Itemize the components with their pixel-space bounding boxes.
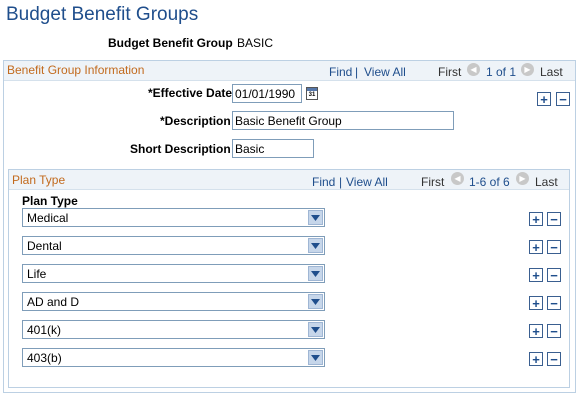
- plan-nav-separator: |: [339, 175, 343, 189]
- chevron-down-icon[interactable]: [308, 238, 323, 253]
- delete-row-icon[interactable]: −: [556, 92, 570, 106]
- plan-find-link[interactable]: Find: [312, 175, 335, 189]
- plan-view-all-link[interactable]: View All: [346, 175, 388, 189]
- plan-type-select[interactable]: 401(k): [22, 320, 325, 339]
- plan-type-title: Plan Type: [12, 173, 66, 187]
- plan-type-select-value: Medical: [27, 211, 69, 225]
- add-row-icon[interactable]: +: [529, 324, 543, 338]
- add-row-icon[interactable]: +: [529, 240, 543, 254]
- previous-arrow-icon[interactable]: ◀: [451, 172, 464, 185]
- delete-row-icon[interactable]: −: [547, 352, 561, 366]
- budget-benefit-group-value: BASIC: [237, 36, 274, 50]
- previous-arrow-icon[interactable]: ◀: [467, 63, 480, 76]
- short-description-label: Short Description: [130, 142, 231, 156]
- short-description-input[interactable]: [232, 139, 314, 158]
- add-row-icon[interactable]: +: [529, 268, 543, 282]
- plan-type-select-value: AD and D: [27, 295, 80, 309]
- delete-row-icon[interactable]: −: [547, 240, 561, 254]
- plan-type-select[interactable]: Life: [22, 264, 325, 283]
- delete-row-icon[interactable]: −: [547, 324, 561, 338]
- description-label: *Description: [160, 114, 231, 128]
- info-row-range: 1 of 1: [486, 65, 517, 79]
- plan-row-range: 1-6 of 6: [469, 175, 510, 189]
- chevron-down-icon[interactable]: [308, 350, 323, 365]
- info-view-all-link[interactable]: View All: [364, 65, 406, 79]
- plan-type-select[interactable]: Dental: [22, 236, 325, 255]
- calendar-icon[interactable]: 31: [306, 87, 318, 100]
- effective-date-label: *Effective Date: [148, 86, 233, 100]
- delete-row-icon[interactable]: −: [547, 296, 561, 310]
- plan-type-select[interactable]: 403(b): [22, 348, 325, 367]
- delete-row-icon[interactable]: −: [547, 268, 561, 282]
- plan-last-label: Last: [535, 175, 558, 189]
- info-nav-separator: |: [355, 65, 359, 79]
- info-first-label: First: [438, 65, 462, 79]
- delete-row-icon[interactable]: −: [547, 212, 561, 226]
- next-arrow-icon[interactable]: ▶: [521, 63, 534, 76]
- next-arrow-icon[interactable]: ▶: [516, 172, 529, 185]
- chevron-down-icon[interactable]: [308, 210, 323, 225]
- benefit-group-info-title: Benefit Group Information: [7, 63, 145, 77]
- plan-first-label: First: [421, 175, 445, 189]
- add-row-icon[interactable]: +: [529, 296, 543, 310]
- page-title: Budget Benefit Groups: [6, 4, 199, 25]
- plan-type-select-value: Life: [27, 267, 47, 281]
- chevron-down-icon[interactable]: [308, 294, 323, 309]
- budget-benefit-group-label: Budget Benefit Group: [108, 36, 233, 50]
- info-last-label: Last: [540, 65, 563, 79]
- info-find-link[interactable]: Find: [329, 65, 352, 79]
- effective-date-input[interactable]: [232, 84, 302, 103]
- plan-type-select-value: 401(k): [27, 323, 62, 337]
- plan-type-select[interactable]: Medical: [22, 208, 325, 227]
- add-row-icon[interactable]: +: [529, 212, 543, 226]
- add-row-icon[interactable]: +: [529, 352, 543, 366]
- chevron-down-icon[interactable]: [308, 322, 323, 337]
- plan-type-select-value: Dental: [27, 239, 62, 253]
- add-row-icon[interactable]: +: [537, 92, 551, 106]
- chevron-down-icon[interactable]: [308, 266, 323, 281]
- plan-type-select-value: 403(b): [27, 351, 62, 365]
- plan-type-select[interactable]: AD and D: [22, 292, 325, 311]
- plan-type-column-header: Plan Type: [22, 194, 78, 208]
- description-input[interactable]: [232, 111, 454, 130]
